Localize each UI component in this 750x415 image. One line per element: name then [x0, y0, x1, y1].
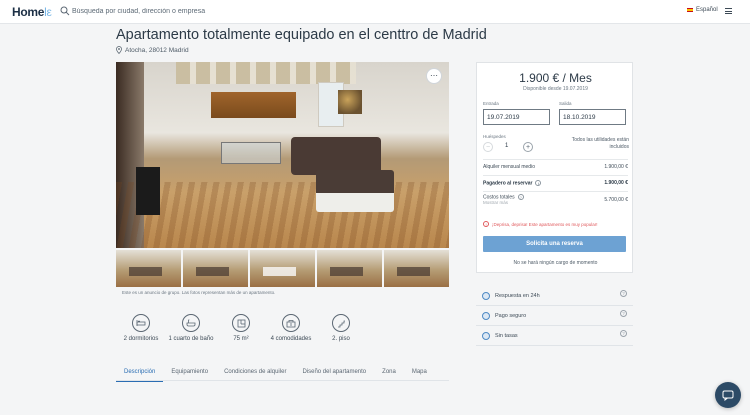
feature-label: 2. piso [332, 336, 350, 342]
photo-thumbnails [116, 250, 449, 287]
language-label: Español [696, 7, 718, 13]
shield-icon [482, 311, 490, 320]
top-bar: Homelε Español [0, 0, 750, 24]
bathtub-icon [182, 314, 200, 332]
tab-map[interactable]: Mapa [404, 366, 435, 382]
booking-card: 1.900 € / Mes Disponible desde 19.07.201… [476, 62, 633, 273]
availability-text: Disponible desde 19.07.2019 [523, 86, 588, 92]
alert-icon: ! [483, 221, 489, 227]
utilities-note: Todos las utilidades están incluidos [571, 137, 629, 150]
spain-flag-icon [687, 8, 693, 12]
feature-bathrooms: 1 cuarto de baño [166, 314, 216, 346]
guests-label: Huéspedes [483, 134, 506, 139]
perk-label: Sin tasas [495, 332, 518, 339]
chat-bubble-icon [722, 390, 734, 401]
request-booking-button[interactable]: Solicita una reserva [483, 236, 626, 252]
checkin-date-field[interactable] [483, 109, 550, 125]
thumbnail[interactable] [384, 250, 449, 287]
feature-area: 75 m² [216, 314, 266, 346]
guests-count: 1 [505, 143, 509, 149]
no-charge-note: No se hará ningún cargo de momento [513, 260, 598, 266]
popularity-warning: ! ¡Deprisa, deprisa! Este apartamento es… [483, 221, 598, 227]
hamburger-menu-icon[interactable] [725, 8, 732, 14]
search-icon [60, 6, 70, 16]
checkin-label: Entrada [483, 101, 499, 106]
feature-label: 1 cuarto de baño [168, 336, 214, 342]
help-icon[interactable]: ? [620, 310, 627, 317]
plus-icon: + [525, 143, 531, 151]
search-input[interactable] [72, 3, 332, 20]
floorplan-icon [232, 314, 250, 332]
warning-text: ¡Deprisa, deprisa! Este apartamento es m… [492, 221, 598, 227]
photo-more-options-button[interactable]: ⋯ [426, 68, 442, 84]
bed-icon [132, 314, 150, 332]
minus-icon: − [485, 143, 491, 151]
tab-area[interactable]: Zona [374, 366, 404, 382]
perk-label: Pago seguro [495, 312, 527, 319]
feature-label: 4 comodidades [270, 336, 312, 342]
info-icon[interactable]: i [535, 180, 542, 186]
guests-decrement-button[interactable]: − [483, 142, 493, 152]
monthly-rent-label: Alquiler mensual medio [483, 164, 535, 170]
feature-floor: 2. piso [316, 314, 366, 346]
perk-response-24h: Respuesta en 24h ? [476, 286, 633, 306]
feature-label: 2 dormitorios [123, 336, 159, 342]
more-dots-icon: ⋯ [430, 71, 438, 80]
tab-rental-conditions[interactable]: Condiciones de alquiler [216, 366, 294, 382]
thumbnail[interactable] [116, 250, 181, 287]
guests-increment-button[interactable]: + [523, 142, 533, 152]
pay-on-booking-value: 1.900,00 € [604, 180, 628, 186]
chat-button[interactable] [715, 382, 741, 408]
logo[interactable]: Homelε [12, 5, 52, 19]
help-icon[interactable]: ? [620, 330, 627, 337]
feature-bedrooms: 2 dormitorios [116, 314, 166, 346]
total-cost-row: Costos totales? 5.700,00 € Mostrar más [483, 194, 628, 205]
language-selector[interactable]: Español [687, 7, 718, 13]
total-cost-value: 5.700,00 € [604, 197, 628, 203]
amenities-icon [282, 314, 300, 332]
feature-amenities: 4 comodidades [266, 314, 316, 346]
tab-equipment[interactable]: Equipamiento [163, 366, 216, 382]
divider [483, 191, 628, 192]
info-icon[interactable]: ? [517, 194, 524, 200]
tab-apartment-layout[interactable]: Diseño del apartamento [294, 366, 374, 382]
price: 1.900 € / Mes [519, 71, 592, 85]
monthly-rent-value: 1.900,00 € [604, 164, 628, 170]
thumbnail[interactable] [183, 250, 248, 287]
help-icon[interactable]: ? [620, 290, 627, 297]
feature-list: 2 dormitorios 1 cuarto de baño 75 m² 4 c… [116, 314, 376, 346]
checkout-label: Salida [559, 101, 572, 106]
listing-address: Atocha, 28012 Madrid [116, 46, 189, 54]
listing-title: Apartamento totalmente equipado en el ce… [116, 27, 487, 43]
pay-on-booking-label: Pagadero al reservar [483, 180, 533, 187]
perk-label: Respuesta en 24h [495, 292, 540, 299]
main-photo[interactable] [116, 62, 449, 248]
tab-description[interactable]: Descripción [116, 366, 164, 382]
section-tabs: Descripción Equipamiento Condiciones de … [116, 366, 435, 382]
feature-label: 75 m² [233, 336, 249, 342]
perk-no-fees: Sin tasas ? [476, 326, 633, 346]
stairs-icon [332, 314, 350, 332]
divider [483, 175, 628, 176]
thumbnail[interactable] [317, 250, 382, 287]
photo-caption: Este es un anuncio de grupo. Las fotos r… [122, 290, 276, 295]
divider [483, 159, 628, 160]
tag-icon [482, 331, 490, 340]
monthly-rent-row: Alquiler mensual medio 1.900,00 € [483, 164, 628, 170]
checkout-date-field[interactable] [559, 109, 626, 125]
thumbnail[interactable] [250, 250, 315, 287]
perk-secure-payment: Pago seguro ? [476, 306, 633, 326]
perks-list: Respuesta en 24h ? Pago seguro ? Sin tas… [476, 286, 633, 346]
clock-icon [482, 291, 490, 300]
location-pin-icon [116, 46, 122, 54]
address-text: Atocha, 28012 Madrid [125, 46, 189, 54]
pay-on-booking-row: Pagadero al reservar i 1.900,00 € [483, 180, 628, 186]
